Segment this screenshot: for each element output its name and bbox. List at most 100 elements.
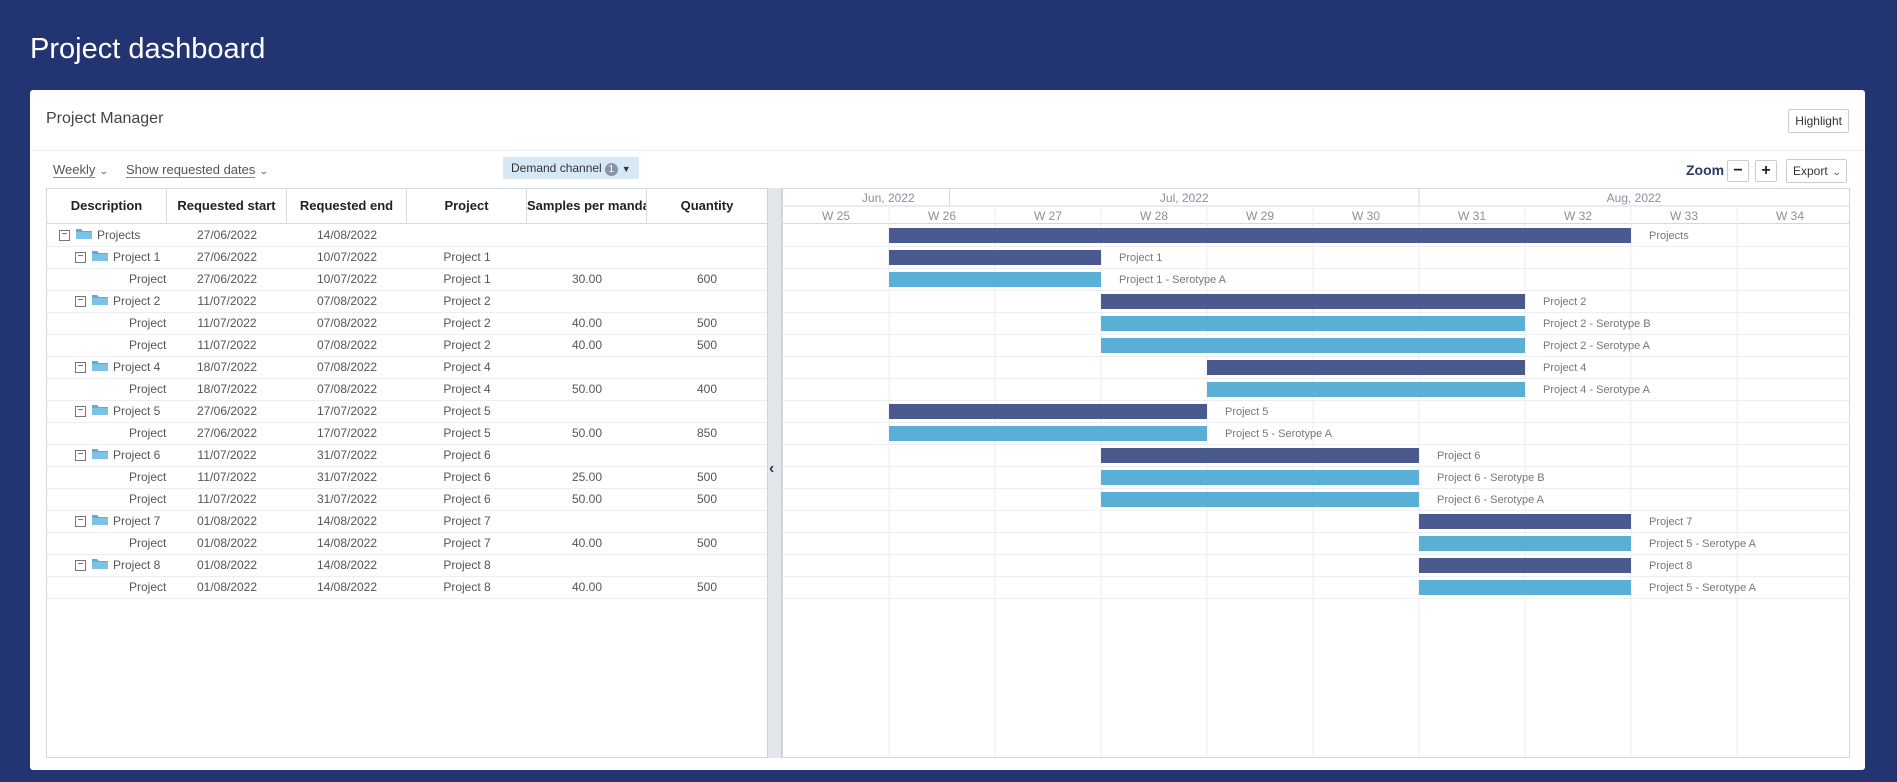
task-bar[interactable]: [1101, 316, 1525, 331]
week-label: W 31: [1458, 209, 1486, 223]
task-row[interactable]: Project 11/07/2022 31/07/2022 Project 6 50.0…: [47, 488, 769, 511]
project-cell: Project 2: [443, 316, 491, 330]
summary-bar[interactable]: [889, 228, 1631, 243]
project-cell: Project 7: [443, 514, 491, 528]
start-cell: 11/07/2022: [197, 448, 257, 462]
requested-dates-dropdown[interactable]: Show requested dates ⌄: [126, 160, 269, 180]
column-header-quantity[interactable]: Quantity: [647, 189, 767, 223]
project-cell: Project 4: [443, 360, 491, 374]
project-cell: Project 5: [443, 404, 491, 418]
collapse-toggle-icon[interactable]: −: [59, 230, 70, 242]
task-bar[interactable]: [1419, 580, 1631, 595]
description-text: Project 1: [113, 250, 161, 264]
task-bar[interactable]: [889, 272, 1101, 287]
group-row[interactable]: − Project 4 18/07/2022 07/08/2022 Project 4: [47, 356, 769, 379]
collapse-toggle-icon[interactable]: −: [75, 406, 86, 418]
task-bar[interactable]: [1419, 536, 1631, 551]
folder-icon: [91, 555, 109, 576]
week-label: W 30: [1352, 209, 1380, 223]
week-label: W 34: [1776, 209, 1804, 223]
week-label: W 32: [1564, 209, 1592, 223]
bar-label: Project 1 - Serotype A: [1119, 274, 1227, 286]
group-row[interactable]: − Projects 27/06/2022 14/08/2022: [47, 224, 769, 247]
column-header-samples[interactable]: Samples per mandate: [527, 189, 647, 223]
demand-channel-filter[interactable]: Demand channel 1 ▼: [503, 157, 639, 179]
bar-label: Project 2 - Serotype A: [1543, 340, 1651, 352]
collapse-toggle-icon[interactable]: −: [75, 450, 86, 462]
group-row[interactable]: − Project 2 11/07/2022 07/08/2022 Project 2: [47, 290, 769, 313]
qty-cell: [647, 444, 767, 466]
collapse-toggle-icon[interactable]: −: [75, 252, 86, 264]
export-label: Export: [1793, 164, 1828, 178]
task-row[interactable]: Project 01/08/2022 14/08/2022 Project 7 40.0…: [47, 532, 769, 555]
task-row[interactable]: Project 27/06/2022 10/07/2022 Project 1 30.0…: [47, 268, 769, 291]
samples-cell: [527, 356, 647, 378]
zoom-in-button[interactable]: +: [1755, 160, 1777, 182]
task-bar[interactable]: [1207, 382, 1525, 397]
group-row[interactable]: − Project 5 27/06/2022 17/07/2022 Project 5: [47, 400, 769, 423]
summary-bar[interactable]: [889, 404, 1207, 419]
project-cell: Project 6: [443, 492, 491, 506]
description-text: Project: [129, 338, 167, 352]
qty-cell: [647, 290, 767, 312]
gantt-svg: Jun, 2022 Jul, 2022 Aug, 2022 W 25 W 26 W 27 W…: [783, 189, 1849, 757]
collapse-toggle-icon[interactable]: −: [75, 516, 86, 528]
project-cell: Project 2: [443, 338, 491, 352]
bar-label: Project 6 - Serotype A: [1437, 494, 1545, 506]
collapse-toggle-icon[interactable]: −: [75, 362, 86, 374]
task-row[interactable]: Project 11/07/2022 31/07/2022 Project 6 25.0…: [47, 466, 769, 489]
task-bar[interactable]: [1101, 338, 1525, 353]
qty-cell: 400: [696, 382, 718, 396]
summary-bar[interactable]: [1101, 448, 1419, 463]
qty-cell: [647, 510, 767, 532]
end-cell: 07/08/2022: [316, 316, 378, 330]
description-text: Project 8: [113, 558, 161, 572]
column-header-project[interactable]: Project: [407, 189, 527, 223]
summary-bar[interactable]: [889, 250, 1101, 265]
task-bar[interactable]: [1101, 492, 1419, 507]
description-text: Project 5: [113, 404, 161, 418]
task-bar[interactable]: [1101, 470, 1419, 485]
collapse-toggle-icon[interactable]: −: [75, 560, 86, 572]
start-cell: 27/06/2022: [196, 272, 258, 286]
zoom-out-button[interactable]: −: [1727, 160, 1749, 182]
task-row[interactable]: Project 27/06/2022 17/07/2022 Project 5 50.0…: [47, 422, 769, 445]
task-row[interactable]: Project 11/07/2022 07/08/2022 Project 2 40.0…: [47, 312, 769, 335]
task-row[interactable]: Project 01/08/2022 14/08/2022 Project 8 40.0…: [47, 576, 769, 599]
project-cell: Project 8: [443, 558, 491, 572]
summary-bar[interactable]: [1419, 558, 1631, 573]
task-row[interactable]: Project 18/07/2022 07/08/2022 Project 4 50.0…: [47, 378, 769, 401]
summary-bar[interactable]: [1419, 514, 1631, 529]
group-row[interactable]: − Project 7 01/08/2022 14/08/2022 Project 7: [47, 510, 769, 533]
week-label: W 27: [1034, 209, 1062, 223]
bar-label: Project 6: [1437, 450, 1480, 462]
column-header-requested-start[interactable]: Requested start: [167, 189, 287, 223]
start-cell: 27/06/2022: [196, 404, 258, 418]
start-cell: 01/08/2022: [196, 536, 258, 550]
end-cell: 07/08/2022: [316, 338, 378, 352]
page-title: Project dashboard: [30, 33, 266, 65]
samples-cell: [527, 246, 647, 268]
summary-bar[interactable]: [1207, 360, 1525, 375]
highlight-button[interactable]: Highlight: [1788, 109, 1849, 133]
bar-label: Project 7: [1649, 516, 1692, 528]
end-cell: 14/08/2022: [316, 558, 378, 572]
column-header-requested-end[interactable]: Requested end: [287, 189, 407, 223]
group-row[interactable]: − Project 6 11/07/2022 31/07/2022 Project 6: [47, 444, 769, 467]
samples-cell: [527, 224, 647, 246]
group-row[interactable]: − Project 8 01/08/2022 14/08/2022 Project 8: [47, 554, 769, 577]
column-header-description[interactable]: Description: [47, 189, 167, 223]
task-row[interactable]: Project 11/07/2022 07/08/2022 Project 2 40.0…: [47, 334, 769, 357]
qty-cell: [647, 356, 767, 378]
qty-cell: 500: [696, 316, 718, 330]
summary-bar[interactable]: [1101, 294, 1525, 309]
end-cell: 31/07/2022: [316, 470, 378, 484]
collapse-toggle-icon[interactable]: −: [75, 296, 86, 308]
export-dropdown[interactable]: Export ⌄: [1786, 159, 1848, 183]
collapse-left-icon[interactable]: ‹: [769, 460, 774, 478]
panel-splitter[interactable]: ‹: [767, 188, 782, 758]
period-dropdown[interactable]: Weekly ⌄: [53, 160, 109, 180]
task-bar[interactable]: [889, 426, 1207, 441]
group-row[interactable]: − Project 1 27/06/2022 10/07/2022 Project 1: [47, 246, 769, 269]
start-cell: 11/07/2022: [197, 470, 257, 484]
